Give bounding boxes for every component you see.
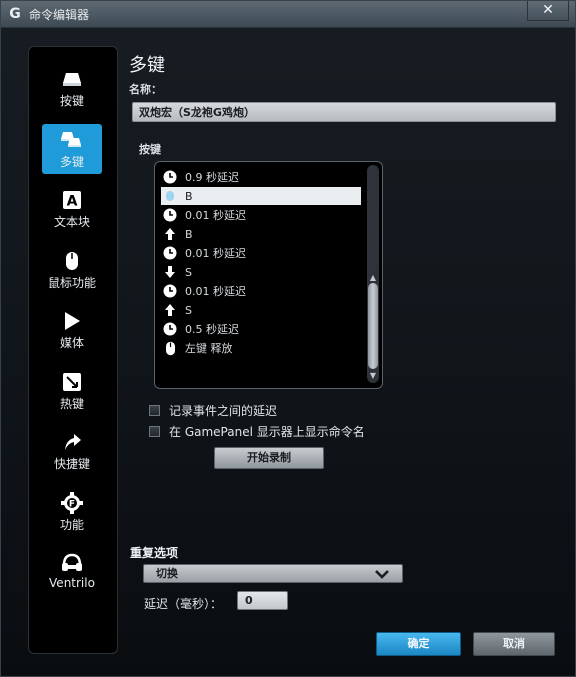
sidebar-item-multi-key[interactable]: 多键 <box>42 123 102 174</box>
key-event-text: 0.5 秒延迟 <box>185 323 239 336</box>
key-event-row[interactable]: B <box>161 225 361 243</box>
mouse-icon <box>42 250 102 272</box>
play-icon <box>42 310 102 332</box>
sidebar-item-shortcut-arrow[interactable]: 快捷键 <box>42 426 102 476</box>
key-event-row[interactable]: 0.5 秒延迟 <box>161 320 361 338</box>
scroll-up-arrow-icon[interactable]: ▲ <box>368 273 378 283</box>
cancel-button[interactable]: 取消 <box>473 632 555 656</box>
clock-icon <box>161 282 179 300</box>
key-event-text: S <box>185 303 192 317</box>
key-event-row[interactable]: B <box>161 187 361 205</box>
key-event-text: 0.01 秒延迟 <box>185 285 246 298</box>
title-bar[interactable]: G 命令编辑器 ✕ <box>1 1 575 28</box>
key-event-text: B <box>185 189 193 203</box>
repeat-select-value: 切换 <box>156 567 178 580</box>
key-event-text: 0.9 秒延迟 <box>185 171 239 184</box>
sidebar-item-label: Ventrilo <box>49 576 95 590</box>
key-event-row[interactable]: 左键 释放 <box>161 339 361 357</box>
sidebar-item-label: 鼠标功能 <box>47 275 96 290</box>
gamepanel-checkbox[interactable] <box>149 426 160 437</box>
clock-icon <box>161 244 179 262</box>
logitech-g-logo-icon: G <box>9 6 21 22</box>
key-event-row[interactable]: 0.01 秒延迟 <box>161 244 361 262</box>
key-event-row[interactable]: 0.01 秒延迟 <box>161 206 361 224</box>
delay-ms-input[interactable]: 0 <box>237 591 288 610</box>
command-editor-window: G 命令编辑器 ✕ 按键 多键 A 文本块 鼠标功能 媒体 热键 快捷键 F 功能 Ventrilo… <box>0 0 576 677</box>
text-block-icon: A <box>42 189 102 211</box>
key-event-text: 左键 释放 <box>185 342 233 355</box>
arrow-up-icon <box>161 301 179 319</box>
arrow-up-icon <box>161 225 179 243</box>
gamepanel-label: 在 GamePanel 显示器上显示命令名 <box>169 425 365 439</box>
sidebar-item-function-gear[interactable]: F 功能 <box>42 487 102 537</box>
sidebar-item-label: 媒体 <box>59 336 84 350</box>
window-title: 命令编辑器 <box>29 8 90 22</box>
key-event-text: 0.01 秒延迟 <box>185 209 246 222</box>
shortcut-arrow-icon <box>42 431 102 453</box>
key-event-row[interactable]: 0.9 秒延迟 <box>161 168 361 186</box>
arrow-down-icon <box>161 263 179 281</box>
name-label: 名称： <box>129 83 162 96</box>
section-title: 多键 <box>129 55 165 76</box>
clock-icon <box>161 168 179 186</box>
multi-key-icon <box>42 129 102 151</box>
scroll-down-arrow-icon[interactable]: ▼ <box>368 371 378 381</box>
sidebar-item-text-block[interactable]: A 文本块 <box>42 184 102 234</box>
sidebar-item-label: 快捷键 <box>53 457 90 471</box>
hotkey-icon <box>42 371 102 393</box>
command-type-sidebar: 按键多键 A 文本块鼠标功能媒体热键快捷键 F 功能 Ventrilo <box>28 46 118 654</box>
sidebar-item-play[interactable]: 媒体 <box>42 305 102 355</box>
mouse-icon <box>161 339 179 357</box>
sidebar-item-key[interactable]: 按键 <box>42 63 102 113</box>
gamepanel-option[interactable]: 在 GamePanel 显示器上显示命令名 <box>149 423 365 440</box>
record-delay-label: 记录事件之间的延迟 <box>169 404 278 418</box>
sidebar-item-mouse[interactable]: 鼠标功能 <box>42 245 102 295</box>
key-event-list[interactable]: ▲ ▼ 0.9 秒延迟 B 0.01 秒延迟 B 0.01 秒延迟 S 0.01 秒延迟 S 0… <box>154 161 383 389</box>
sidebar-item-label: 多键 <box>59 154 84 169</box>
keystroke-icon <box>161 187 179 205</box>
key-event-text: S <box>185 265 192 279</box>
function-gear-icon: F <box>42 491 102 514</box>
close-button[interactable]: ✕ <box>527 1 569 21</box>
delay-ms-label: 延迟（毫秒）： <box>144 597 223 611</box>
key-event-row[interactable]: S <box>161 263 361 281</box>
record-delay-option[interactable]: 记录事件之间的延迟 <box>149 402 277 419</box>
svg-text:A: A <box>67 194 78 210</box>
repeat-select[interactable]: 切换 <box>143 564 403 583</box>
key-event-row[interactable]: S <box>161 301 361 319</box>
scrollbar[interactable]: ▲ ▼ <box>367 165 379 383</box>
sidebar-item-label: 按键 <box>59 94 84 108</box>
chevron-down-icon <box>375 570 389 579</box>
headset-icon <box>42 552 102 574</box>
keys-label: 按键 <box>139 143 161 156</box>
sidebar-item-label: 功能 <box>59 517 84 532</box>
record-delay-checkbox[interactable] <box>149 405 160 416</box>
key-icon <box>42 68 102 90</box>
sidebar-item-headset[interactable]: Ventrilo <box>42 547 102 597</box>
key-event-row[interactable]: 0.01 秒延迟 <box>161 282 361 300</box>
key-event-text: 0.01 秒延迟 <box>185 247 246 260</box>
key-event-text: B <box>185 227 193 241</box>
sidebar-item-hotkey[interactable]: 热键 <box>42 366 102 416</box>
scroll-thumb[interactable] <box>368 283 378 369</box>
svg-text:F: F <box>69 499 75 509</box>
sidebar-item-label: 热键 <box>59 396 84 411</box>
name-input[interactable]: 双炮宏（S龙袍G鸡炮） <box>132 102 556 122</box>
repeat-options-label: 重复选项 <box>130 546 179 560</box>
sidebar-item-label: 文本块 <box>53 215 90 229</box>
clock-icon <box>161 320 179 338</box>
start-record-button[interactable]: 开始录制 <box>214 447 324 469</box>
ok-button[interactable]: 确定 <box>376 632 461 656</box>
clock-icon <box>161 206 179 224</box>
